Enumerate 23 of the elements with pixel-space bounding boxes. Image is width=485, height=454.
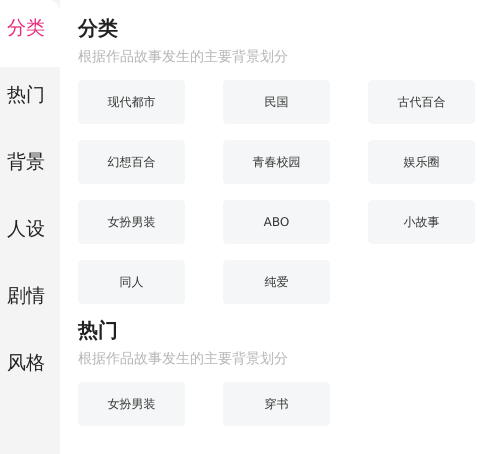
category-chip[interactable]: 穿书 bbox=[223, 382, 330, 426]
sidebar-tab[interactable]: 风格 bbox=[0, 335, 60, 402]
category-chip[interactable]: 同人 bbox=[78, 260, 185, 304]
category-chip[interactable]: 古代百合 bbox=[368, 80, 475, 124]
category-chip[interactable]: 民国 bbox=[223, 80, 330, 124]
section-subtitle: 根据作品故事发生的主要背景划分 bbox=[78, 48, 289, 67]
sidebar-tab[interactable]: 背景 bbox=[0, 134, 60, 201]
sidebar-tab[interactable]: 热门 bbox=[0, 67, 60, 134]
category-chip[interactable]: 女扮男装 bbox=[78, 200, 185, 244]
category-chip[interactable]: ABO bbox=[223, 200, 330, 244]
sidebar-tab[interactable]: 剧情 bbox=[0, 268, 60, 335]
sidebar-tab[interactable]: 人设 bbox=[0, 201, 60, 268]
category-chip[interactable]: 青春校园 bbox=[223, 140, 330, 184]
category-chip[interactable]: 娱乐圈 bbox=[368, 140, 475, 184]
section-title: 热门 bbox=[78, 317, 119, 344]
category-chip[interactable]: 小故事 bbox=[368, 200, 475, 244]
section-title: 分类 bbox=[78, 15, 119, 42]
category-chip[interactable]: 幻想百合 bbox=[78, 140, 185, 184]
category-chip[interactable]: 现代都市 bbox=[78, 80, 185, 124]
sidebar-tab[interactable]: 分类 bbox=[0, 0, 60, 67]
section-subtitle: 根据作品故事发生的主要背景划分 bbox=[78, 350, 289, 369]
category-chip[interactable]: 纯爱 bbox=[223, 260, 330, 304]
category-chip[interactable]: 女扮男装 bbox=[78, 382, 185, 426]
